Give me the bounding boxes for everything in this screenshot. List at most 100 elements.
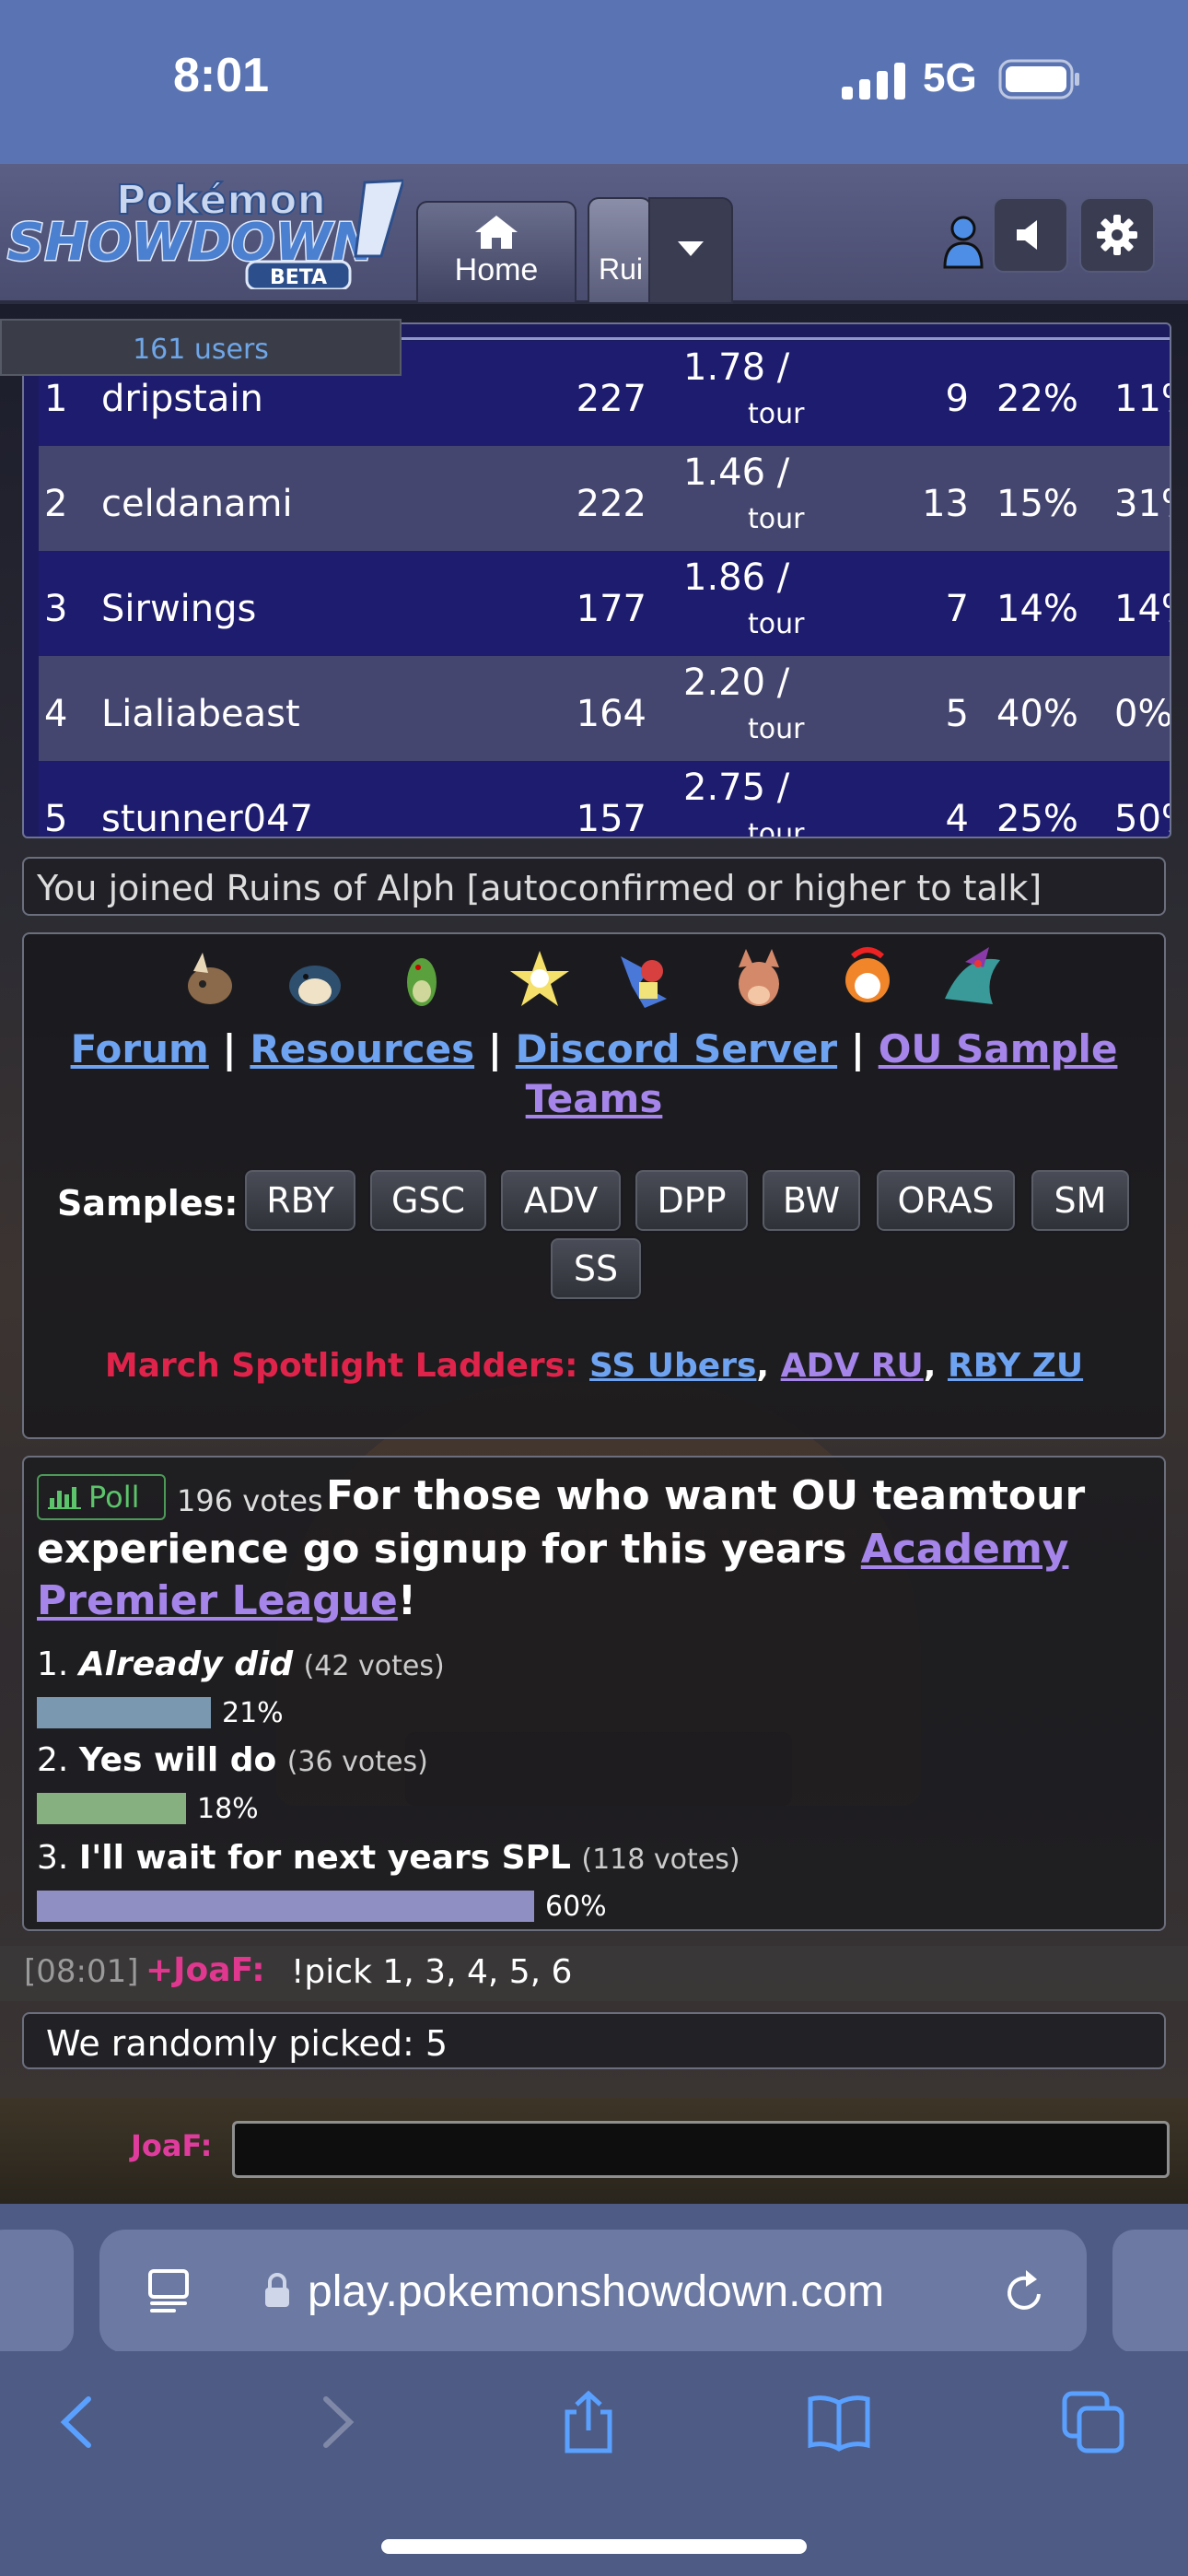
spotlight-ladders: March Spotlight Ladders: SS Ubers, ADV R… <box>22 1347 1166 1385</box>
tabs-icon[interactable] <box>1061 2390 1125 2454</box>
reload-icon[interactable] <box>1002 2265 1048 2316</box>
rank-cell: 2 <box>44 483 68 525</box>
poll-option-label: Already did <box>78 1645 294 1683</box>
user-icon[interactable] <box>939 214 987 269</box>
percent-cell: 31% <box>1114 483 1170 525</box>
poll-result-percent: 60% <box>545 1891 607 1923</box>
sample-button-adv[interactable]: ADV <box>499 1168 623 1233</box>
adv-ru-link[interactable]: ADV RU <box>781 1347 924 1385</box>
average-cell: 1.78 / <box>683 346 790 389</box>
average-cell: 1.86 / <box>683 556 790 599</box>
academy-premier-league-link[interactable]: Academy <box>861 1526 1069 1573</box>
sample-button-sm[interactable]: SM <box>1030 1168 1131 1233</box>
poll-option-votes: (42 votes) <box>303 1650 445 1682</box>
pick-result-text: We randomly picked: 5 <box>46 2023 448 2064</box>
userlist-toggle[interactable]: 161 users <box>0 319 402 376</box>
tabs-dropdown-button[interactable] <box>648 197 733 304</box>
poll-option-number: 3. <box>37 1839 69 1877</box>
link-separator: | <box>222 1026 237 1071</box>
forward-icon[interactable] <box>304 2390 368 2454</box>
network-type: 5G <box>923 55 977 100</box>
join-notice-text: You joined Ruins of Alph [autoconfirmed … <box>37 868 1042 908</box>
page-menu-icon[interactable] <box>147 2268 190 2314</box>
ou-sample-teams-link-cont[interactable]: Teams <box>526 1076 663 1121</box>
rby-zu-link[interactable]: RBY ZU <box>948 1347 1083 1385</box>
back-icon[interactable] <box>46 2390 111 2454</box>
signal-icon <box>842 63 905 100</box>
chat-message-input[interactable] <box>232 2121 1170 2178</box>
poll-vote-count: 196 votes <box>177 1483 323 1518</box>
bookmarks-icon[interactable] <box>807 2390 871 2454</box>
link-separator: | <box>487 1026 503 1071</box>
sample-button-rby[interactable]: RBY <box>243 1168 357 1233</box>
share-icon[interactable] <box>556 2390 621 2454</box>
poll-option-label: Yes will do <box>78 1741 277 1779</box>
poll-option-number: 1. <box>37 1645 69 1683</box>
poll-question-line-2: experience go signup for this years Acad… <box>37 1526 1069 1573</box>
pokemon-sprite-icon <box>739 949 779 1006</box>
discord-server-link[interactable]: Discord Server <box>516 1026 837 1071</box>
resources-link[interactable]: Resources <box>250 1026 474 1071</box>
pokemon-sprite-icon <box>945 947 1000 1004</box>
poll-badge: Poll <box>37 1474 166 1520</box>
percent-cell: 15% <box>996 483 1078 525</box>
join-notice: You joined Ruins of Alph [autoconfirmed … <box>22 857 1166 916</box>
forum-link[interactable]: Forum <box>71 1026 209 1071</box>
percent-cell: 25% <box>996 798 1078 838</box>
chevron-down-icon <box>678 241 704 256</box>
poll-result-bar <box>37 1697 211 1728</box>
speaker-icon <box>1017 220 1037 250</box>
tab-room-label: Rui <box>599 252 644 286</box>
tab-room-ruins[interactable]: Rui <box>588 197 652 302</box>
chat-input-username[interactable]: JoaF: <box>131 2128 212 2163</box>
home-indicator[interactable] <box>381 2539 807 2554</box>
chat-username[interactable]: +JoaF: <box>146 1951 265 1989</box>
sample-button-dpp[interactable]: DPP <box>634 1168 750 1233</box>
poll-option: 2. Yes will do (36 votes) <box>37 1741 428 1779</box>
wins-cell: 4 <box>945 798 969 838</box>
pokemon-sprite-icon <box>407 958 437 1006</box>
sample-button-bw[interactable]: BW <box>761 1168 862 1233</box>
per-tour-label: tour <box>748 608 805 640</box>
poll-option: 1. Already did (42 votes) <box>37 1645 445 1683</box>
svg-text:BETA: BETA <box>270 266 327 289</box>
sample-button-gsc[interactable]: GSC <box>368 1168 488 1233</box>
next-tab-preview[interactable] <box>1112 2230 1188 2353</box>
table-row: 3 Sirwings 177 1.86 / tour 7 14% 14% <box>39 551 1170 656</box>
leaderboard-table: 1 dripstain 227 1.78 / tour 9 22% 11% 2 … <box>22 322 1171 838</box>
status-time: 8:01 <box>173 49 270 102</box>
wins-cell: 7 <box>945 588 969 630</box>
lock-icon <box>265 2273 289 2307</box>
rank-cell: 5 <box>44 798 68 838</box>
academy-premier-league-link-cont[interactable]: Premier League <box>37 1577 398 1624</box>
settings-button[interactable] <box>1079 197 1155 273</box>
poll-option-votes: (36 votes) <box>286 1746 428 1778</box>
ou-sample-teams-link[interactable]: OU Sample <box>879 1026 1118 1071</box>
previous-tab-preview[interactable] <box>0 2230 74 2353</box>
poll-option-votes: (118 votes) <box>581 1844 740 1876</box>
url-text[interactable]: play.pokemonshowdown.com <box>308 2266 884 2317</box>
average-cell: 1.46 / <box>683 451 790 494</box>
chat-timestamp: [08:01] <box>24 1953 139 1990</box>
battery-icon <box>998 59 1079 100</box>
sample-button-ss[interactable]: SS <box>549 1236 643 1301</box>
tab-home[interactable]: Home <box>416 201 577 302</box>
pokemon-sprite-icon <box>188 953 232 1004</box>
poll-result-bar <box>37 1793 186 1824</box>
per-tour-label: tour <box>748 713 805 745</box>
showdown-logo[interactable]: Pokémon SHOWDOWN BETA <box>6 171 403 289</box>
percent-cell: 22% <box>996 378 1078 420</box>
average-cell: 2.75 / <box>683 767 790 809</box>
username-cell: Lialiabeast <box>101 693 300 735</box>
username-cell: stunner047 <box>101 798 313 838</box>
poll-result-bar <box>37 1891 534 1922</box>
points-cell: 164 <box>576 693 646 735</box>
poll-result-percent: 18% <box>197 1793 259 1825</box>
average-cell: 2.20 / <box>683 662 790 704</box>
poll-question-line-3: Premier League! <box>37 1577 416 1624</box>
ss-ubers-link[interactable]: SS Ubers <box>589 1347 756 1385</box>
samples-label: Samples: <box>57 1183 239 1224</box>
points-cell: 227 <box>576 378 646 420</box>
sample-button-oras[interactable]: ORAS <box>875 1168 1017 1233</box>
sound-button[interactable] <box>993 197 1068 273</box>
